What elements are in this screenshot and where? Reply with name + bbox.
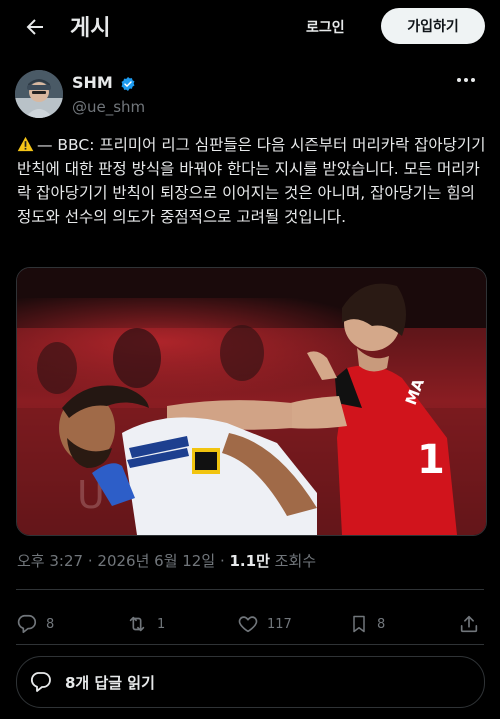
login-button[interactable]: 로그인 <box>306 17 345 37</box>
action-bar: 8 1 117 8 <box>0 608 500 640</box>
avatar[interactable] <box>15 70 63 118</box>
author-name[interactable]: SHM <box>72 73 113 92</box>
warning-icon <box>17 136 34 152</box>
repost-count: 1 <box>157 616 166 632</box>
share-icon <box>460 615 478 633</box>
reply-count: 8 <box>46 616 55 632</box>
bookmark-icon <box>353 615 365 633</box>
signup-button[interactable]: 가입하기 <box>381 8 485 44</box>
read-replies-button[interactable]: 8개 답글 읽기 <box>16 656 485 708</box>
reply-button[interactable]: 8 <box>16 608 54 640</box>
back-arrow-icon[interactable] <box>22 15 48 39</box>
post-time[interactable]: 오후 3:27 <box>17 552 83 570</box>
views-label: 조회수 <box>274 552 317 570</box>
author-handle[interactable]: @ue_shm <box>72 98 145 116</box>
post-date[interactable]: 2026년 6월 12일 <box>97 552 215 570</box>
post-text: — BBC: 프리미어 리그 심판들은 다음 시즌부터 머리카락 잡아당기기 반… <box>17 136 486 226</box>
like-button[interactable]: 117 <box>237 608 292 640</box>
views-count: 1.1만 <box>229 552 270 570</box>
verified-badge-icon <box>121 77 135 91</box>
repost-icon <box>129 616 145 632</box>
share-button[interactable] <box>458 608 480 640</box>
divider <box>16 644 484 645</box>
read-replies-label: 8개 답글 읽기 <box>65 673 155 692</box>
post-meta: 오후 3:27 · 2026년 6월 12일 · 1.1만 조회수 <box>17 550 316 571</box>
meta-separator: · <box>219 552 225 570</box>
page-title: 게시 <box>70 16 111 41</box>
more-options-icon[interactable] <box>453 70 479 90</box>
post-image[interactable]: U MA 1 <box>16 267 487 536</box>
bookmark-button[interactable]: 8 <box>349 608 385 640</box>
meta-separator: · <box>87 552 93 570</box>
top-bar: 게시 로그인 가입하기 <box>0 0 500 54</box>
bookmark-count: 8 <box>377 616 386 632</box>
post-text-container: — BBC: 프리미어 리그 심판들은 다음 시즌부터 머리카락 잡아당기기 반… <box>17 133 487 229</box>
like-count: 117 <box>267 616 292 632</box>
heart-icon <box>238 616 258 633</box>
reply-icon <box>17 614 37 634</box>
player-number: 1 <box>417 437 445 483</box>
repost-button[interactable]: 1 <box>125 608 165 640</box>
divider <box>16 589 484 590</box>
reply-icon <box>30 672 51 692</box>
